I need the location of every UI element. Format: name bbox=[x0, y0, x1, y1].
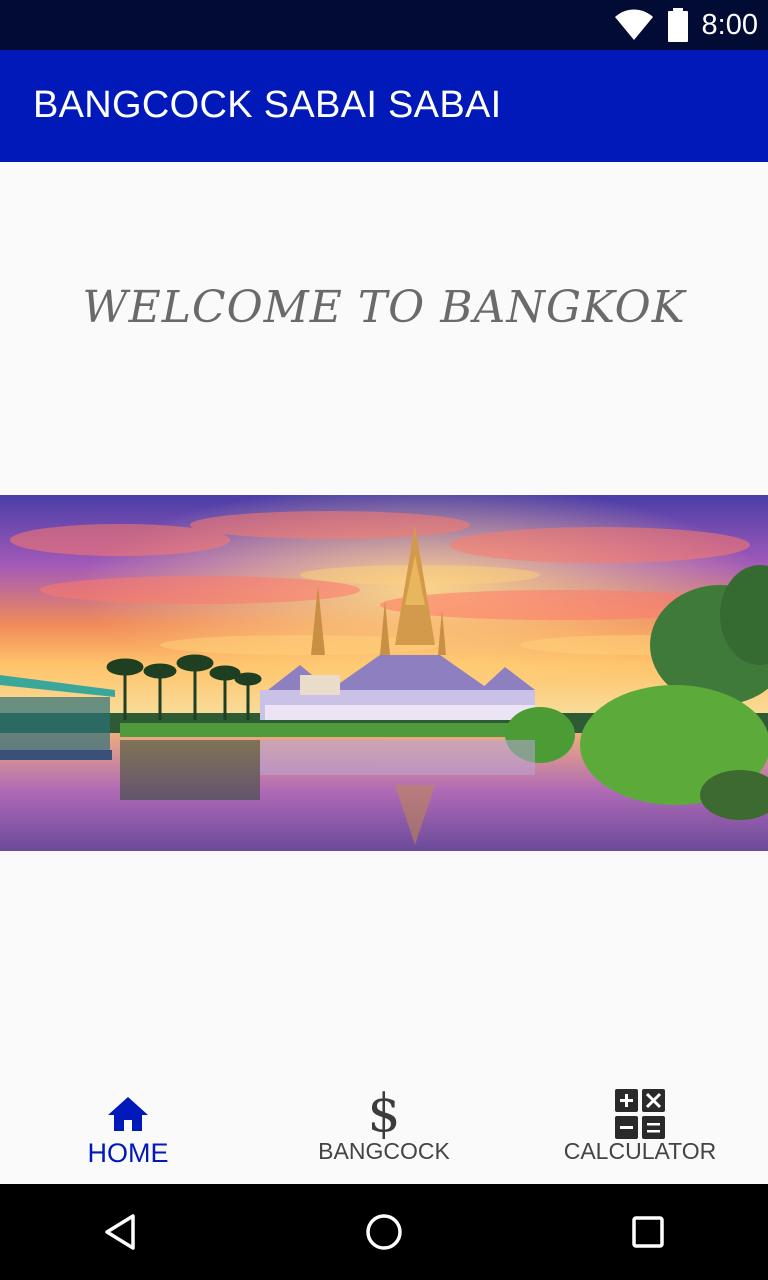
status-icons: 8:00 bbox=[614, 0, 758, 50]
welcome-heading: WELCOME TO BANGKOK bbox=[82, 282, 686, 333]
system-navigation-bar bbox=[0, 1184, 768, 1280]
status-time: 8:00 bbox=[701, 8, 758, 41]
home-button[interactable] bbox=[360, 1208, 408, 1256]
recents-button[interactable] bbox=[624, 1208, 672, 1256]
battery-icon bbox=[667, 8, 688, 42]
home-circle-icon bbox=[366, 1214, 402, 1250]
nav-home[interactable]: HOME bbox=[0, 1070, 256, 1184]
wifi-icon bbox=[614, 9, 653, 40]
nav-bangcock[interactable]: $ BANGCOCK bbox=[256, 1070, 512, 1184]
dollar-icon: $ bbox=[367, 1084, 401, 1144]
hero-image bbox=[0, 495, 768, 851]
back-icon bbox=[105, 1214, 135, 1250]
status-bar: 8:00 bbox=[0, 0, 768, 50]
app-title: BANGCOCK SABAI SABAI bbox=[33, 84, 502, 126]
app-bar: BANGCOCK SABAI SABAI bbox=[0, 50, 768, 162]
nav-calculator[interactable]: CALCULATOR bbox=[512, 1070, 768, 1184]
nav-home-label: HOME bbox=[87, 1138, 169, 1168]
calculator-icon bbox=[615, 1089, 665, 1139]
bottom-navigation: HOME $ BANGCOCK CALCULATOR bbox=[0, 1070, 768, 1184]
nav-calculator-label: CALCULATOR bbox=[563, 1138, 717, 1164]
home-icon bbox=[108, 1097, 148, 1131]
nav-bangcock-label: BANGCOCK bbox=[318, 1138, 450, 1164]
recents-icon bbox=[632, 1216, 664, 1248]
back-button[interactable] bbox=[96, 1208, 144, 1256]
